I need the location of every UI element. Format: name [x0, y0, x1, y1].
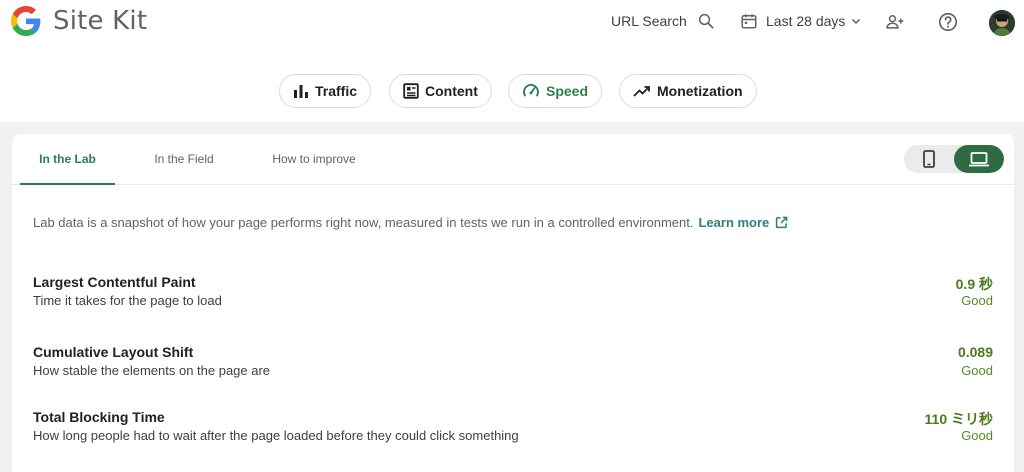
search-icon [698, 13, 714, 29]
laptop-icon [969, 152, 989, 167]
mobile-icon [923, 150, 935, 168]
metric-description: How stable the elements on the page are [33, 363, 271, 378]
tab-in-the-lab[interactable]: In the Lab [20, 134, 115, 185]
metric-name: Cumulative Layout Shift [33, 344, 194, 360]
metric-name: Largest Contentful Paint [33, 274, 196, 290]
metric-value: 0.9 秒 [955, 276, 993, 292]
chip-traffic[interactable]: Traffic [279, 74, 372, 108]
chip-monetization[interactable]: Monetization [619, 74, 757, 108]
app-title: Site Kit [53, 6, 148, 36]
metric-description: Time it takes for the page to load [33, 293, 222, 308]
help-icon [938, 12, 958, 32]
url-search-button[interactable]: URL Search [611, 12, 715, 30]
metric-tbt: Total Blocking Time How long people had … [33, 409, 993, 449]
article-icon [403, 83, 419, 99]
metric-rating: Good [961, 428, 993, 443]
external-link-icon [776, 216, 788, 229]
chip-content[interactable]: Content [389, 74, 492, 108]
metric-lcp: Largest Contentful Paint Time it takes f… [33, 274, 993, 314]
tab-label: How to improve [272, 152, 356, 166]
metric-rating: Good [961, 293, 993, 308]
tab-in-the-field[interactable]: In the Field [138, 134, 230, 184]
site-kit-logo[interactable]: Site Kit [11, 6, 147, 36]
top-bar: Site Kit URL Search Last 28 days Traffic… [0, 0, 1024, 122]
intro-text: Lab data is a snapshot of how your page … [33, 215, 694, 230]
dashboard-nav: Traffic Content Speed Monetization [0, 74, 1024, 108]
chip-label: Speed [546, 83, 589, 99]
speed-tabs: In the Lab In the Field How to improve [12, 134, 1014, 185]
lab-data-intro: Lab data is a snapshot of how your page … [33, 215, 788, 230]
avatar-image [989, 10, 1015, 36]
bar-chart-icon [294, 85, 308, 98]
learn-more-link[interactable]: Learn more [698, 215, 788, 230]
chip-speed[interactable]: Speed [508, 74, 603, 108]
person-add-icon [886, 15, 904, 29]
chip-label: Traffic [315, 83, 358, 99]
google-g-icon [11, 6, 41, 36]
metric-value: 0.089 [957, 344, 993, 360]
device-toggle [904, 145, 1004, 173]
trending-up-icon [633, 86, 650, 97]
date-range-selector[interactable]: Last 28 days [740, 12, 861, 30]
metric-value: 110 ミリ秒 [924, 411, 993, 427]
tab-label: In the Lab [39, 152, 96, 166]
desktop-toggle[interactable] [954, 145, 1004, 173]
metric-description: How long people had to wait after the pa… [33, 428, 519, 443]
speed-card: In the Lab In the Field How to improve L… [12, 134, 1014, 472]
chip-label: Content [425, 83, 478, 99]
metric-name: Total Blocking Time [33, 409, 165, 425]
learn-more-label: Learn more [698, 215, 770, 230]
speedometer-icon [523, 84, 539, 97]
mobile-toggle[interactable] [904, 145, 954, 173]
chevron-down-icon [852, 18, 861, 25]
date-range-label: Last 28 days [766, 13, 846, 29]
calendar-icon [741, 14, 757, 29]
account-avatar[interactable] [989, 10, 1015, 36]
tab-how-to-improve[interactable]: How to improve [256, 134, 372, 184]
help-button[interactable] [937, 11, 959, 33]
add-user-button[interactable] [884, 11, 906, 33]
metric-rating: Good [961, 363, 993, 378]
metric-cls: Cumulative Layout Shift How stable the e… [33, 344, 993, 384]
url-search-label: URL Search [611, 13, 687, 29]
chip-label: Monetization [657, 83, 743, 99]
tab-label: In the Field [154, 152, 214, 166]
